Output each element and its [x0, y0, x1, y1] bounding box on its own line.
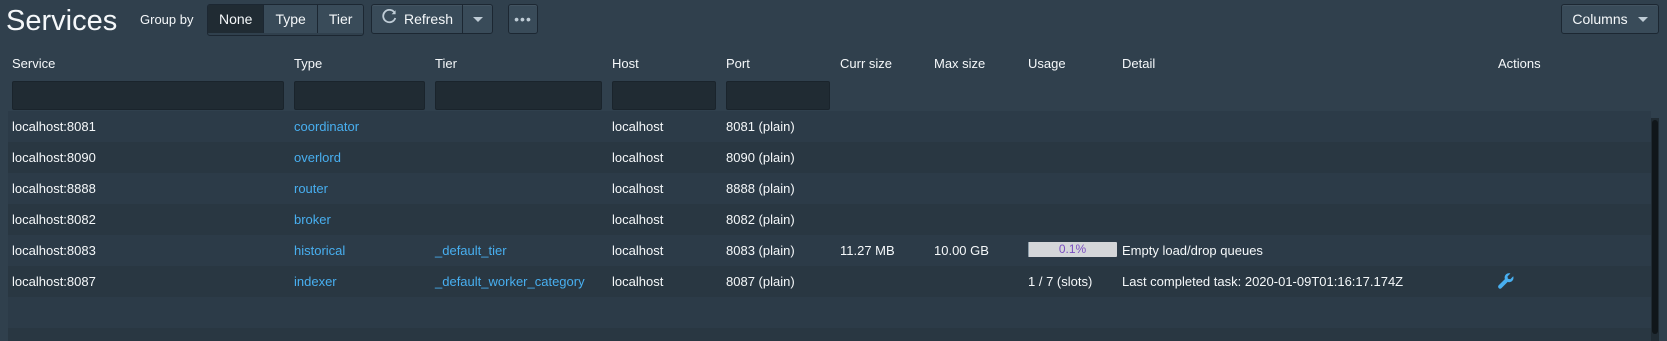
- usage-progress-bar: 0.1%: [1028, 242, 1117, 257]
- columns-button[interactable]: Columns: [1561, 4, 1659, 34]
- table-row: localhost:8081 coordinator localhost 808…: [8, 111, 1651, 142]
- group-by-label: Group by: [140, 12, 194, 27]
- port-cell: 8083 (plain): [726, 243, 795, 258]
- service-cell: localhost:8090: [12, 150, 96, 165]
- page-title: Services: [6, 5, 118, 37]
- type-link[interactable]: overlord: [294, 150, 341, 165]
- column-header-usage[interactable]: Usage: [1028, 56, 1066, 71]
- host-cell: localhost: [612, 119, 664, 134]
- port-cell: 8081 (plain): [726, 119, 795, 134]
- refresh-icon: [381, 8, 397, 30]
- port-cell: 8082 (plain): [726, 212, 795, 227]
- service-filter-input[interactable]: [12, 81, 284, 110]
- table-header: Service Type Tier Host Port Curr size Ma…: [8, 49, 1659, 119]
- port-filter-input[interactable]: [726, 81, 830, 110]
- host-cell: localhost: [612, 150, 664, 165]
- table-row: localhost:8888 router localhost 8888 (pl…: [8, 173, 1651, 204]
- service-cell: localhost:8081: [12, 119, 96, 134]
- columns-label: Columns: [1572, 11, 1628, 27]
- table-row: localhost:8083 historical _default_tier …: [8, 235, 1651, 266]
- type-filter-input[interactable]: [294, 81, 425, 110]
- column-header-detail[interactable]: Detail: [1122, 56, 1155, 71]
- column-header-port[interactable]: Port: [726, 56, 750, 71]
- refresh-button[interactable]: Refresh: [371, 4, 463, 34]
- port-cell: 8087 (plain): [726, 274, 795, 289]
- type-link[interactable]: router: [294, 181, 328, 196]
- table-row: localhost:8082 broker localhost 8082 (pl…: [8, 204, 1651, 235]
- refresh-label: Refresh: [403, 11, 454, 27]
- service-cell: localhost:8082: [12, 212, 96, 227]
- max-size-cell: 10.00 GB: [934, 243, 989, 258]
- host-cell: localhost: [612, 243, 664, 258]
- table-scrollbar[interactable]: [1651, 118, 1659, 341]
- detail-cell: Last completed task: 2020-01-09T01:16:17…: [1122, 274, 1404, 289]
- service-cell: localhost:8888: [12, 181, 96, 196]
- column-header-actions: Actions: [1498, 56, 1541, 71]
- group-by-tier-button[interactable]: Tier: [317, 5, 364, 33]
- column-header-type[interactable]: Type: [294, 56, 322, 71]
- service-cell: localhost:8087: [12, 274, 96, 289]
- more-button[interactable]: •••: [508, 4, 538, 34]
- host-cell: localhost: [612, 181, 664, 196]
- usage-text: 0.1%: [1058, 242, 1087, 256]
- toolbar: Services Group by None Type Tier Refresh…: [0, 0, 1667, 41]
- group-by-type-button[interactable]: Type: [264, 5, 318, 33]
- table-row: [8, 297, 1651, 328]
- refresh-options-button[interactable]: [462, 4, 493, 34]
- tier-filter-input[interactable]: [435, 81, 602, 110]
- column-header-host[interactable]: Host: [612, 56, 639, 71]
- column-header-curr-size[interactable]: Curr size: [840, 56, 892, 71]
- usage-cell: 1 / 7 (slots): [1028, 274, 1093, 289]
- curr-size-cell: 11.27 MB: [840, 243, 895, 258]
- host-cell: localhost: [612, 212, 664, 227]
- table-row: localhost:8090 overlord localhost 8090 (…: [8, 142, 1651, 173]
- service-cell: localhost:8083: [12, 243, 96, 258]
- port-cell: 8888 (plain): [726, 181, 795, 196]
- caret-down-icon: [1637, 16, 1648, 22]
- column-header-service[interactable]: Service: [12, 56, 55, 71]
- scrollbar-thumb[interactable]: [1652, 120, 1658, 334]
- group-by-none-button[interactable]: None: [208, 5, 265, 33]
- type-link[interactable]: historical: [294, 243, 345, 258]
- type-link[interactable]: coordinator: [294, 119, 359, 134]
- host-cell: localhost: [612, 274, 664, 289]
- port-cell: 8090 (plain): [726, 150, 795, 165]
- table-row: localhost:8087 indexer _default_worker_c…: [8, 266, 1651, 297]
- tier-link[interactable]: _default_worker_category: [435, 274, 585, 289]
- type-link[interactable]: broker: [294, 212, 331, 227]
- group-by-selector: None Type Tier: [207, 4, 365, 36]
- wrench-icon[interactable]: [1497, 272, 1515, 290]
- type-link[interactable]: indexer: [294, 274, 337, 289]
- column-header-max-size[interactable]: Max size: [934, 56, 985, 71]
- services-table: Service Type Tier Host Port Curr size Ma…: [8, 49, 1659, 341]
- caret-down-icon: [472, 16, 483, 22]
- column-header-tier[interactable]: Tier: [435, 56, 457, 71]
- host-filter-input[interactable]: [612, 81, 716, 110]
- detail-cell: Empty load/drop queues: [1122, 243, 1263, 258]
- tier-link[interactable]: _default_tier: [435, 243, 507, 258]
